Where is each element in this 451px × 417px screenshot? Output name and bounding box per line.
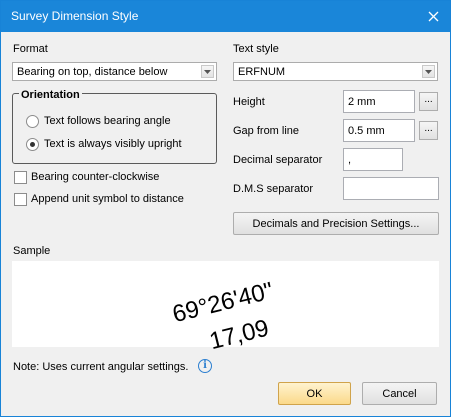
orientation-group [12,93,217,164]
gap-input[interactable]: 0.5 mm [343,119,415,142]
note-text: Note: Uses current angular settings. [13,361,189,373]
text-style-dropdown[interactable]: ERFNUM [233,62,438,81]
radio-always-upright[interactable] [26,138,39,151]
survey-dimension-style-dialog: Survey Dimension Style Format Bearing on… [0,0,451,417]
text-style-value: ERFNUM [238,66,286,78]
sample-distance: 17,09 [206,314,272,356]
bearing-ccw-label: Bearing counter-clockwise [31,171,160,183]
decimal-separator-input[interactable]: , [343,148,403,171]
height-browse-button[interactable]: ... [419,92,438,111]
sample-preview: 69°26'40" 17,09 [12,261,439,355]
cancel-button[interactable]: Cancel [362,382,437,405]
close-button[interactable] [416,1,450,32]
gap-browse-button[interactable]: ... [419,121,438,140]
gap-label: Gap from line [233,125,300,137]
height-value: 2 mm [348,96,376,108]
gap-value: 0.5 mm [348,125,385,137]
height-input[interactable]: 2 mm [343,90,415,113]
dms-separator-label: D.M.S separator [233,183,314,195]
radio-follows-bearing-label: Text follows bearing angle [44,115,171,127]
radio-always-upright-label: Text is always visibly upright [44,138,182,150]
decimal-separator-label: Decimal separator [233,154,323,166]
chevron-down-icon [422,65,435,78]
title-bar: Survey Dimension Style [1,1,450,32]
format-value: Bearing on top, distance below [17,66,168,78]
close-icon [428,11,438,22]
text-style-label: Text style [233,43,279,55]
decimals-precision-button[interactable]: Decimals and Precision Settings... [233,212,439,235]
decimal-separator-value: , [348,154,352,166]
chevron-down-icon [201,65,214,78]
format-label: Format [13,43,48,55]
ok-button[interactable]: OK [278,382,351,405]
dms-separator-input[interactable] [343,177,439,200]
sample-label: Sample [13,245,51,257]
bearing-ccw-checkbox[interactable] [14,171,27,184]
format-dropdown[interactable]: Bearing on top, distance below [12,62,217,81]
height-label: Height [233,96,265,108]
info-icon[interactable]: i [198,359,212,373]
radio-follows-bearing[interactable] [26,115,39,128]
orientation-legend: Orientation [19,89,82,101]
window-title: Survey Dimension Style [11,9,139,23]
append-unit-label: Append unit symbol to distance [31,193,184,205]
append-unit-checkbox[interactable] [14,193,27,206]
